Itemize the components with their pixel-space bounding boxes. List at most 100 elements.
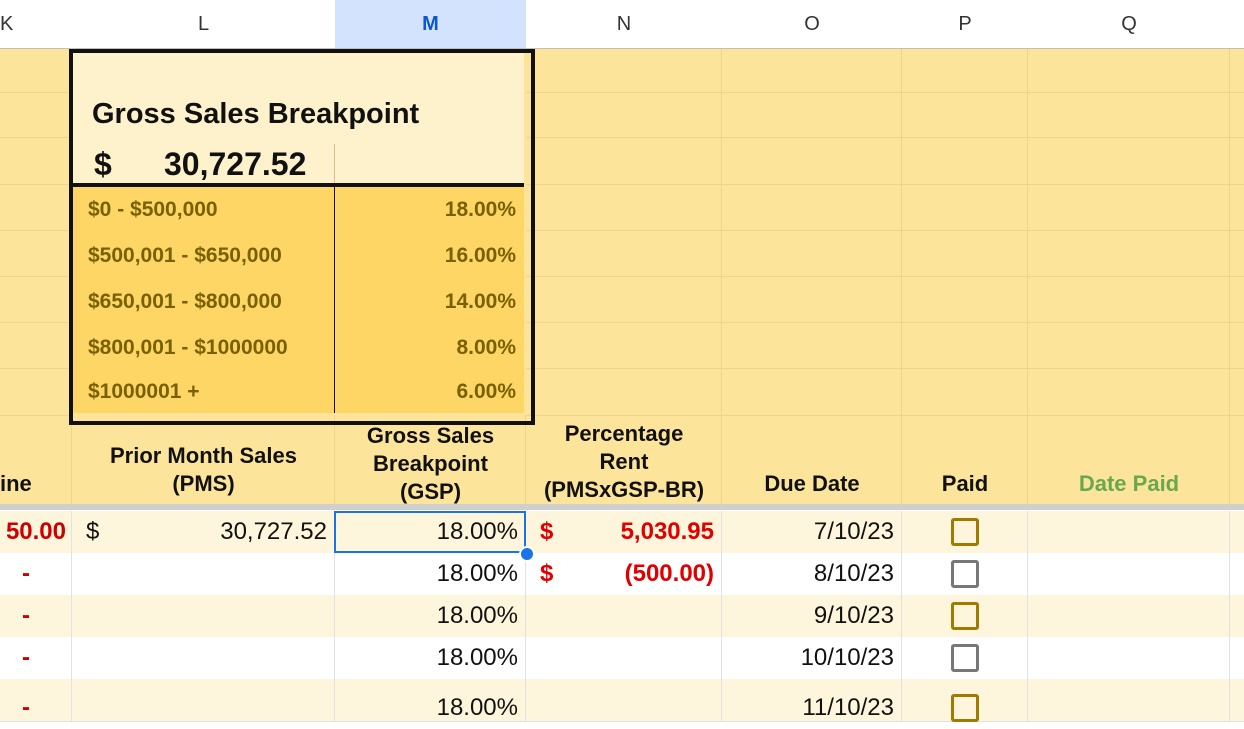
cell-n-currency bbox=[540, 637, 570, 679]
cell-l-currency bbox=[86, 595, 116, 637]
tier-row[interactable]: $1000001 + 6.00% bbox=[72, 371, 524, 413]
tier-percent: 18.00% bbox=[444, 198, 516, 221]
cell-percentage-rent[interactable]: 5,030.95 bbox=[570, 511, 722, 553]
column-header-label: M bbox=[422, 12, 439, 35]
cell-paid bbox=[902, 687, 1028, 729]
cell-percentage-rent[interactable]: (500.00) bbox=[570, 553, 722, 595]
cell-prior-month-sales[interactable] bbox=[116, 553, 335, 595]
cell-date-paid[interactable] bbox=[1028, 511, 1230, 553]
cell-percentage-rent[interactable] bbox=[570, 595, 722, 637]
tier-percent: 6.00% bbox=[456, 380, 516, 403]
header-percentage-rent[interactable]: Percentage Rent (PMSxGSP-BR) bbox=[526, 420, 722, 504]
header-line: Prior Month Sales bbox=[109, 443, 298, 468]
header-line: Gross Sales bbox=[366, 423, 495, 448]
paid-checkbox[interactable] bbox=[951, 694, 979, 722]
cell-date-paid[interactable] bbox=[1028, 637, 1230, 679]
cell-prior-month-sales[interactable] bbox=[116, 595, 335, 637]
column-header-label: P bbox=[958, 12, 972, 35]
paid-checkbox[interactable] bbox=[951, 560, 979, 588]
cell-date-paid[interactable] bbox=[1028, 553, 1230, 595]
column-header-l[interactable]: L bbox=[72, 0, 336, 49]
header-k[interactable]: ine bbox=[0, 470, 40, 498]
header-line: (PMS) bbox=[172, 471, 235, 496]
paid-checkbox[interactable] bbox=[951, 644, 979, 672]
column-header-p[interactable]: P bbox=[902, 0, 1029, 49]
tier-range: $650,001 - $800,000 bbox=[88, 290, 282, 313]
breakpoint-summary-cell[interactable]: Gross Sales Breakpoint $ 30,727.52 bbox=[72, 52, 524, 184]
breakpoint-value: 30,727.52 bbox=[164, 146, 307, 182]
cell-l-currency bbox=[86, 637, 116, 679]
cell-k[interactable]: - bbox=[0, 595, 30, 637]
table-row: - 18.00% 11/10/23 bbox=[0, 679, 1244, 722]
table-row: - 18.00% 10/10/23 bbox=[0, 637, 1244, 680]
column-header-label: K bbox=[0, 12, 14, 35]
header-line: Percentage bbox=[564, 421, 684, 446]
column-header-m[interactable]: M bbox=[335, 0, 527, 49]
cell-gsp[interactable]: 18.00% bbox=[335, 595, 526, 637]
table-row: 50.00 $ 30,727.52 18.00% $ 5,030.95 7/10… bbox=[0, 511, 1244, 554]
cell-n-currency: $ bbox=[540, 518, 554, 545]
selected-cell-outline bbox=[334, 511, 526, 553]
column-header-r[interactable] bbox=[1230, 0, 1244, 49]
header-paid[interactable]: Paid bbox=[902, 470, 1028, 498]
tier-row[interactable]: $500,001 - $650,000 16.00% bbox=[72, 233, 524, 281]
tier-row[interactable]: $0 - $500,000 18.00% bbox=[72, 187, 524, 235]
header-gross-sales-breakpoint[interactable]: Gross Sales Breakpoint (GSP) bbox=[335, 422, 526, 506]
tier-range: $800,001 - $1000000 bbox=[88, 336, 288, 359]
column-header-q[interactable]: Q bbox=[1028, 0, 1231, 49]
frozen-row-divider[interactable] bbox=[0, 504, 1244, 510]
cell-n-currency: $ bbox=[540, 560, 554, 587]
header-line: (PMSxGSP-BR) bbox=[543, 477, 705, 502]
tier-range: $500,001 - $650,000 bbox=[88, 244, 282, 267]
cell-k[interactable]: - bbox=[0, 637, 30, 679]
cell-prior-month-sales[interactable]: 30,727.52 bbox=[116, 511, 335, 553]
tier-range: $1000001 + bbox=[88, 380, 200, 403]
tier-range: $0 - $500,000 bbox=[88, 198, 218, 221]
cell-gsp[interactable]: 18.00% bbox=[335, 687, 526, 729]
column-header-o[interactable]: O bbox=[722, 0, 903, 49]
tier-row[interactable]: $650,001 - $800,000 14.00% bbox=[72, 279, 524, 327]
cell-l-currency bbox=[86, 553, 116, 595]
cell-l-currency bbox=[86, 687, 116, 729]
column-header-label: N bbox=[616, 12, 632, 35]
cell-n-currency bbox=[540, 687, 570, 729]
cell-l-currency: $ bbox=[86, 518, 100, 545]
column-header-k[interactable]: K bbox=[0, 0, 73, 49]
header-due-date[interactable]: Due Date bbox=[722, 470, 902, 498]
fill-handle[interactable] bbox=[519, 546, 535, 562]
cell-due-date[interactable]: 10/10/23 bbox=[722, 637, 902, 679]
cell-gsp[interactable]: 18.00% bbox=[335, 553, 526, 595]
tier-row[interactable]: $800,001 - $1000000 8.00% bbox=[72, 325, 524, 373]
cell-prior-month-sales[interactable] bbox=[116, 637, 335, 679]
table-row: - 18.00% $ (500.00) 8/10/23 bbox=[0, 553, 1244, 596]
column-header-n[interactable]: N bbox=[526, 0, 723, 49]
cell-k[interactable]: - bbox=[0, 687, 30, 729]
cell-gsp[interactable]: 18.00% bbox=[335, 637, 526, 679]
cell-due-date[interactable]: 9/10/23 bbox=[722, 595, 902, 637]
paid-checkbox[interactable] bbox=[951, 518, 979, 546]
column-header-label: L bbox=[197, 12, 210, 35]
cell-k[interactable]: 50.00 bbox=[0, 511, 66, 553]
column-header-label: O bbox=[804, 12, 820, 35]
header-date-paid[interactable]: Date Paid bbox=[1028, 470, 1230, 498]
header-line: Breakpoint bbox=[373, 451, 488, 476]
cell-n-currency bbox=[540, 595, 570, 637]
cell-percentage-rent[interactable] bbox=[570, 637, 722, 679]
cell-k[interactable]: - bbox=[0, 553, 30, 595]
cell-due-date[interactable]: 11/10/23 bbox=[722, 687, 902, 729]
cell-paid bbox=[902, 595, 1028, 637]
breakpoint-title: Gross Sales Breakpoint bbox=[92, 98, 420, 130]
column-header-label: Q bbox=[1121, 12, 1137, 35]
header-prior-month-sales[interactable]: Prior Month Sales (PMS) bbox=[72, 442, 335, 498]
cell-paid bbox=[902, 511, 1028, 553]
table-row: - 18.00% 9/10/23 bbox=[0, 595, 1244, 638]
cell-prior-month-sales[interactable] bbox=[116, 687, 335, 729]
cell-paid bbox=[902, 637, 1028, 679]
cell-due-date[interactable]: 8/10/23 bbox=[722, 553, 902, 595]
cell-date-paid[interactable] bbox=[1028, 595, 1230, 637]
breakpoint-currency: $ bbox=[94, 146, 112, 182]
cell-date-paid[interactable] bbox=[1028, 679, 1230, 721]
cell-due-date[interactable]: 7/10/23 bbox=[722, 511, 902, 553]
cell-percentage-rent[interactable] bbox=[570, 687, 722, 729]
paid-checkbox[interactable] bbox=[951, 602, 979, 630]
